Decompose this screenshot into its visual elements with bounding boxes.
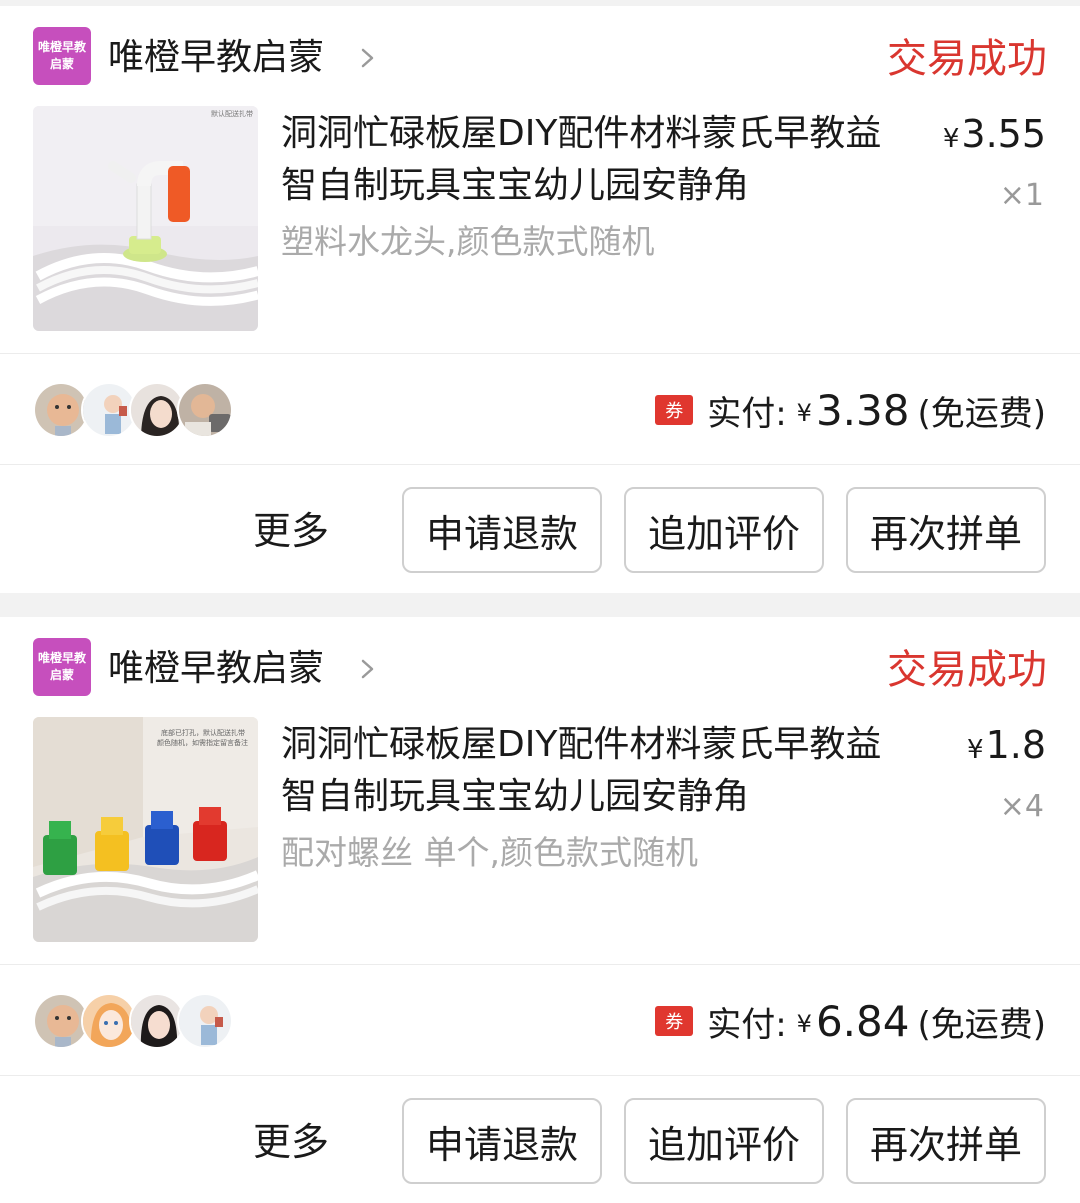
more-button[interactable]: 更多 xyxy=(253,507,329,555)
divider xyxy=(0,464,1080,465)
product-quantity: ×1 xyxy=(999,178,1044,213)
divider xyxy=(0,1075,1080,1076)
bolt-toy-image: 底部已打孔，默认配送扎带 颜色随机，如需指定留言备注 xyxy=(33,717,258,942)
price-value: 3.55 xyxy=(961,112,1046,156)
product-price: ¥3.55 xyxy=(943,112,1046,161)
product-quantity: ×4 xyxy=(999,789,1044,824)
shop-logo[interactable]: 唯橙早教 启蒙 xyxy=(33,27,91,85)
product-spec: 塑料水龙头,颜色款式随机 xyxy=(281,222,655,261)
product-image[interactable]: 默认配送扎带 xyxy=(33,106,258,331)
product-title[interactable]: 洞洞忙碌板屋DIY配件材料蒙氏早教益智自制玩具宝宝幼儿园安静角 xyxy=(281,719,911,823)
chevron-right-icon[interactable] xyxy=(356,653,380,685)
payment-summary: 券 实付: ¥ 6.84 (免运费) xyxy=(0,965,1080,1075)
add-review-button[interactable]: 追加评价 xyxy=(624,487,824,573)
paid-label: 实付: xyxy=(707,1004,787,1045)
price-value: 1.8 xyxy=(985,723,1046,767)
reorder-button[interactable]: 再次拼单 xyxy=(846,487,1046,573)
order-card: 唯橙早教 启蒙 唯橙早教启蒙 交易成功 底部已打孔，默认配送扎带 颜色随机，如需… xyxy=(0,617,1080,1203)
avatar xyxy=(177,993,233,1049)
shipping-note: (免运费) xyxy=(917,393,1046,434)
paid-value: 3.38 xyxy=(815,385,910,435)
shop-logo-text-line1: 唯橙早教 xyxy=(37,40,86,54)
image-caption-line2: 颜色随机，如需指定留言备注 xyxy=(157,738,248,747)
paid-amount: 券 实付: ¥ 3.38 (免运费) xyxy=(655,382,1046,438)
currency-symbol: ¥ xyxy=(796,1010,812,1038)
coupon-badge: 券 xyxy=(655,1006,694,1036)
order-status: 交易成功 xyxy=(887,647,1047,693)
shop-logo[interactable]: 唯橙早教 启蒙 xyxy=(33,638,91,696)
product-title[interactable]: 洞洞忙碌板屋DIY配件材料蒙氏早教益智自制玩具宝宝幼儿园安静角 xyxy=(281,108,911,212)
order-actions: 更多 申请退款 追加评价 再次拼单 xyxy=(0,1098,1080,1203)
product-row[interactable]: 默认配送扎带 洞洞忙碌板屋DIY配件材料蒙氏早教益智自制玩具宝宝幼儿园安静角 塑… xyxy=(0,106,1080,341)
currency-symbol: ¥ xyxy=(796,399,812,427)
currency-symbol: ¥ xyxy=(967,735,984,765)
paid-label: 实付: xyxy=(707,393,787,434)
product-row[interactable]: 底部已打孔，默认配送扎带 颜色随机，如需指定留言备注 洞洞忙碌板屋DIY配件材料… xyxy=(0,717,1080,952)
shop-logo-text-line1: 唯橙早教 xyxy=(37,651,86,665)
shop-name[interactable]: 唯橙早教启蒙 xyxy=(108,36,324,80)
shop-header[interactable]: 唯橙早教 启蒙 唯橙早教启蒙 交易成功 xyxy=(0,6,1080,106)
order-card: 唯橙早教 启蒙 唯橙早教启蒙 交易成功 默认配送扎带 洞洞忙碌板屋DIY配件材料… xyxy=(0,6,1080,593)
coupon-badge: 券 xyxy=(655,395,694,425)
reorder-button[interactable]: 再次拼单 xyxy=(846,1098,1046,1184)
product-spec: 配对螺丝 单个,颜色款式随机 xyxy=(281,833,698,872)
group-members[interactable] xyxy=(33,993,233,1049)
group-members[interactable] xyxy=(33,382,233,438)
shop-name[interactable]: 唯橙早教启蒙 xyxy=(108,647,324,691)
shipping-note: (免运费) xyxy=(917,1004,1046,1045)
shop-logo-text-line2: 启蒙 xyxy=(49,668,74,682)
paid-amount: 券 实付: ¥ 6.84 (免运费) xyxy=(655,993,1046,1049)
avatar xyxy=(177,382,233,438)
payment-summary: 券 实付: ¥ 3.38 (免运费) xyxy=(0,354,1080,464)
image-caption-line1: 底部已打孔，默认配送扎带 xyxy=(161,728,245,737)
request-refund-button[interactable]: 申请退款 xyxy=(402,1098,602,1184)
chevron-right-icon[interactable] xyxy=(356,42,380,74)
more-button[interactable]: 更多 xyxy=(253,1118,329,1166)
paid-value: 6.84 xyxy=(815,996,910,1046)
order-status: 交易成功 xyxy=(887,36,1047,82)
shop-logo-text-line2: 启蒙 xyxy=(49,57,74,71)
currency-symbol: ¥ xyxy=(942,124,960,154)
shop-header[interactable]: 唯橙早教 启蒙 唯橙早教启蒙 交易成功 xyxy=(0,617,1080,717)
product-price: ¥1.8 xyxy=(967,723,1046,772)
faucet-toy-image: 默认配送扎带 xyxy=(33,106,258,331)
product-image[interactable]: 底部已打孔，默认配送扎带 颜色随机，如需指定留言备注 xyxy=(33,717,258,942)
add-review-button[interactable]: 追加评价 xyxy=(624,1098,824,1184)
image-caption: 默认配送扎带 xyxy=(211,109,253,118)
order-actions: 更多 申请退款 追加评价 再次拼单 xyxy=(0,487,1080,597)
request-refund-button[interactable]: 申请退款 xyxy=(402,487,602,573)
